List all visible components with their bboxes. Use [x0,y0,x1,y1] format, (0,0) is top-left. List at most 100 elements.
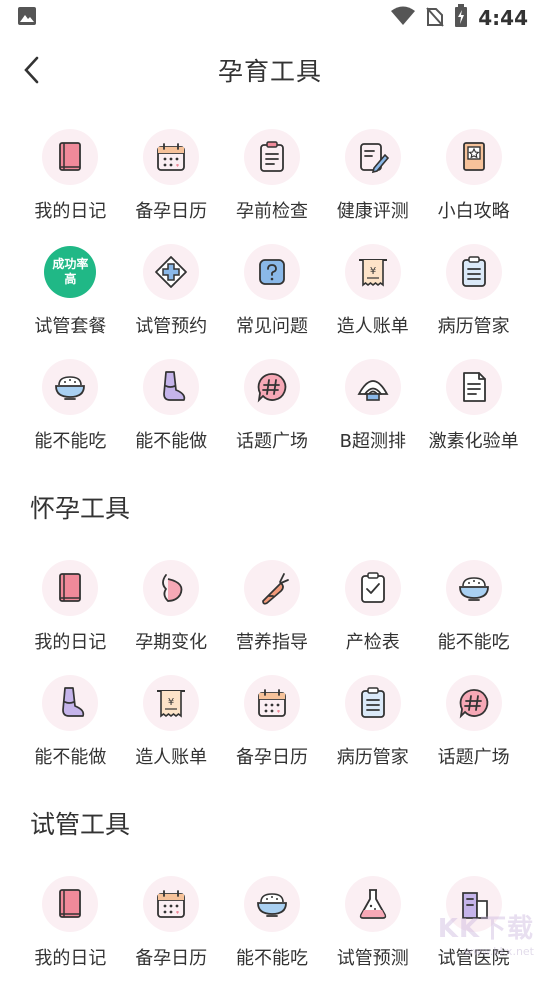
tool-label: B超测排 [339,431,406,452]
tool-item[interactable]: 备孕日历 [121,126,222,241]
tool-item[interactable]: 小白攻略 [423,126,524,241]
medical-record-icon [445,244,502,300]
tool-label: 造人账单 [336,316,409,337]
page-title: 孕育工具 [217,57,322,86]
tool-label: 试管套餐 [34,316,107,337]
ultrasound-icon [344,359,401,415]
tool-label: 试管预测 [336,948,409,969]
calendar-icon [143,129,200,185]
tool-item[interactable]: B超测排 [322,356,423,471]
food-bowl-icon [243,876,300,932]
medical-record-icon [344,675,401,731]
tool-item[interactable]: 激素化验单 [423,356,524,471]
food-bowl-icon [42,359,99,415]
status-bar: 4:44 [0,0,540,36]
tool-label: 我的日记 [34,201,107,222]
section-title-pregnancy: 怀孕工具 [30,494,131,523]
tool-item[interactable]: ¥ 造人账单 [322,241,423,356]
tool-label: 孕前检查 [235,201,308,222]
no-sim-icon [426,5,444,31]
tool-label: 话题广场 [235,431,308,452]
success-rate-badge-wrap: 成功率高 [42,244,98,300]
tool-item[interactable]: 能不能做 [121,356,222,471]
carrot-icon [243,560,300,616]
tool-label: 我的日记 [34,632,107,653]
calendar-icon [243,675,300,731]
tool-item[interactable]: 孕期变化 [121,557,222,672]
health-assessment-icon [344,129,401,185]
lab-report-icon [445,359,502,415]
tool-label: 能不能吃 [235,948,308,969]
tool-label: 能不能吃 [34,431,107,452]
hospital-icon [445,876,502,932]
battery-charging-icon [454,4,468,32]
tool-item[interactable]: 孕前检查 [222,126,323,241]
calendar-icon [143,876,200,932]
tool-label: 备孕日历 [135,948,208,969]
guide-book-icon [445,129,502,185]
pregnancy-belly-icon [143,560,200,616]
tool-item[interactable]: 我的日记 [20,873,121,988]
diary-book-icon [42,876,99,932]
tool-item[interactable]: 能不能吃 [222,873,323,988]
foot-icon [143,359,200,415]
tool-item[interactable]: 试管医院 [423,873,524,988]
medical-cross-icon [143,244,200,300]
tool-label: 激素化验单 [428,431,519,452]
tool-label: 能不能做 [135,431,208,452]
tool-item[interactable]: 病历管家 [423,241,524,356]
tool-label: 小白攻略 [437,201,510,222]
diary-book-icon [42,129,99,185]
tool-item[interactable]: 备孕日历 [222,672,323,787]
back-button[interactable] [14,52,50,88]
tool-label: 话题广场 [437,747,510,768]
clock-time: 4:44 [478,6,528,30]
tool-label: 我的日记 [34,948,107,969]
bill-receipt-icon: ¥ [344,244,401,300]
tool-item[interactable]: 试管预约 [121,241,222,356]
section-title-ivf: 试管工具 [30,810,131,839]
tool-label: 病历管家 [336,747,409,768]
tool-label: 病历管家 [437,316,510,337]
tool-item[interactable]: ¥ 造人账单 [121,672,222,787]
foot-icon [42,675,99,731]
tool-label: 常见问题 [235,316,308,337]
tool-label: 营养指导 [235,632,308,653]
tool-item[interactable]: 能不能吃 [20,356,121,471]
tool-item[interactable]: 能不能吃 [423,557,524,672]
food-bowl-icon [445,560,502,616]
lab-flask-icon [344,876,401,932]
tool-item[interactable]: 健康评测 [322,126,423,241]
tool-item[interactable]: 成功率高 试管套餐 [20,241,121,356]
tool-item[interactable]: 话题广场 [423,672,524,787]
success-rate-badge: 成功率高 [44,246,97,298]
grid-ivf: 我的日记 备孕日历 能不能吃 试管预测 试管医院 [0,873,540,988]
chevron-left-icon [24,56,39,84]
svg-text:¥: ¥ [370,266,376,277]
tool-item[interactable]: 我的日记 [20,557,121,672]
tool-item[interactable]: 备孕日历 [121,873,222,988]
diary-book-icon [42,560,99,616]
tool-label: 孕期变化 [135,632,208,653]
bill-receipt-icon: ¥ [143,675,200,731]
tool-item[interactable]: 常见问题 [222,241,323,356]
svg-text:¥: ¥ [168,697,174,708]
nav-bar: 孕育工具 [0,36,540,104]
question-icon [243,244,300,300]
tool-label: 试管预约 [135,316,208,337]
tool-label: 健康评测 [336,201,409,222]
tool-label: 造人账单 [135,747,208,768]
tool-label: 备孕日历 [135,201,208,222]
tool-item[interactable]: 营养指导 [222,557,323,672]
tool-item[interactable]: 试管预测 [322,873,423,988]
tool-item[interactable]: 话题广场 [222,356,323,471]
tool-item[interactable]: 产检表 [322,557,423,672]
tool-item[interactable]: 能不能做 [20,672,121,787]
wifi-icon [390,5,416,31]
checklist-clipboard-icon [243,129,300,185]
tool-label: 产检表 [345,632,400,653]
gallery-notification-icon [16,5,38,31]
tool-item[interactable]: 病历管家 [322,672,423,787]
tool-item[interactable]: 我的日记 [20,126,121,241]
topic-hashtag-icon [243,359,300,415]
